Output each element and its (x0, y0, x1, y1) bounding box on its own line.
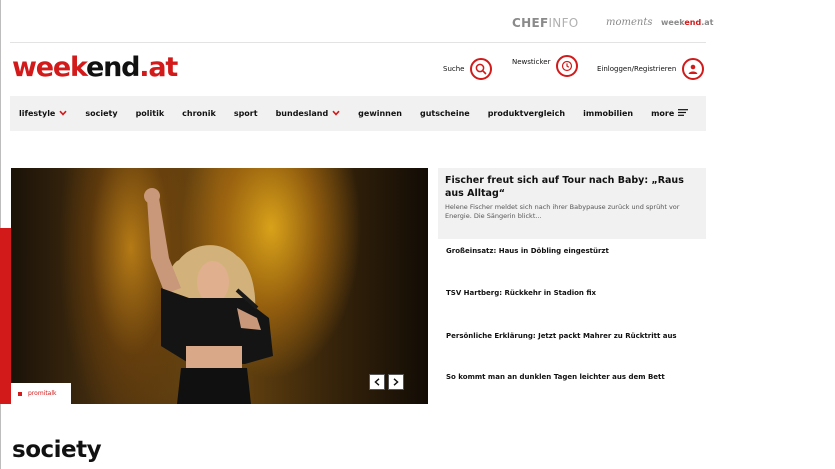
nav-item-gewinnen[interactable]: gewinnen (358, 109, 402, 118)
nav-item-label: gewinnen (358, 109, 402, 118)
main-navigation: lifestyle society politik chronik sport bunde… (10, 96, 706, 131)
section-title: society (12, 437, 102, 463)
nav-item-label: sport (233, 109, 258, 118)
headline-link[interactable]: So kommt man an dunklen Tagen leichter a… (446, 372, 698, 382)
header-divider (10, 42, 706, 43)
category-tag[interactable]: promitalk (11, 383, 71, 404)
tag-square-icon (18, 391, 22, 396)
chevron-down-icon (59, 109, 67, 118)
headline-link[interactable]: TSV Hartberg: Rückkehr in Stadion fix (446, 288, 698, 298)
chevron-down-icon (332, 109, 340, 118)
nav-item-label: gutscheine (419, 109, 470, 118)
category-tag-label: promitalk (28, 390, 57, 397)
login-button[interactable]: Einloggen/Registrieren (597, 58, 705, 80)
nav-more-button[interactable]: more (651, 109, 689, 118)
nav-item-chronik[interactable]: chronik (182, 109, 216, 118)
performer-illustration (144, 188, 273, 404)
slider-prev-button[interactable] (369, 374, 385, 390)
login-label: Einloggen/Registrieren (597, 65, 677, 73)
featured-title: Fischer freut sich auf Tour nach Baby: „… (445, 175, 684, 199)
nav-item-politik[interactable]: politik (136, 109, 165, 118)
featured-article[interactable]: Fischer freut sich auf Tour nach Baby: „… (438, 168, 706, 239)
hero-accent-bar (0, 228, 11, 404)
nav-item-label: society (85, 109, 118, 118)
nav-item-label: produktvergleich (487, 109, 566, 118)
partner-chefinfo-link[interactable]: CHEFINFO (512, 16, 579, 30)
partner-bar: CHEFINFO moments weekend.at (510, 16, 713, 34)
search-icon (470, 58, 493, 80)
user-icon (682, 58, 705, 80)
nav-item-bundesland[interactable]: bundesland (276, 109, 341, 118)
newsticker-button[interactable]: Newsticker (512, 55, 579, 77)
nav-item-produktvergleich[interactable]: produktvergleich (488, 109, 565, 118)
nav-more-label: more (651, 109, 675, 118)
chevron-left-icon (374, 378, 380, 386)
nav-item-lifestyle[interactable]: lifestyle (19, 109, 67, 118)
search-button[interactable]: Suche (443, 58, 493, 80)
nav-item-society[interactable]: society (85, 109, 117, 118)
slider-next-button[interactable] (388, 374, 404, 390)
newsticker-label: Newsticker (512, 58, 551, 66)
headline-link[interactable]: Persönliche Erklärung: Jetzt packt Mahre… (446, 331, 698, 341)
site-logo[interactable]: weekend.at (12, 52, 178, 83)
nav-item-label: lifestyle (19, 109, 56, 118)
chevron-right-icon (393, 378, 399, 386)
menu-icon (678, 109, 689, 118)
nav-item-immobilien[interactable]: immobilien (583, 109, 633, 118)
nav-item-label: chronik (182, 109, 216, 118)
nav-item-label: bundesland (275, 109, 329, 118)
clock-icon (556, 55, 579, 77)
partner-moments-link[interactable]: moments (606, 17, 653, 28)
headline-link[interactable]: Großeinsatz: Haus in Döbling eingestürzt (446, 246, 698, 256)
nav-item-gutscheine[interactable]: gutscheine (420, 109, 470, 118)
partner-weekend-link[interactable]: weekend.at (661, 18, 713, 27)
featured-teaser: Helene Fischer meldet sich nach ihrer Ba… (445, 203, 680, 220)
nav-item-sport[interactable]: sport (234, 109, 258, 118)
search-label: Suche (443, 65, 465, 73)
nav-item-label: politik (135, 109, 165, 118)
hero-image[interactable] (11, 168, 428, 404)
nav-item-label: immobilien (583, 109, 634, 118)
